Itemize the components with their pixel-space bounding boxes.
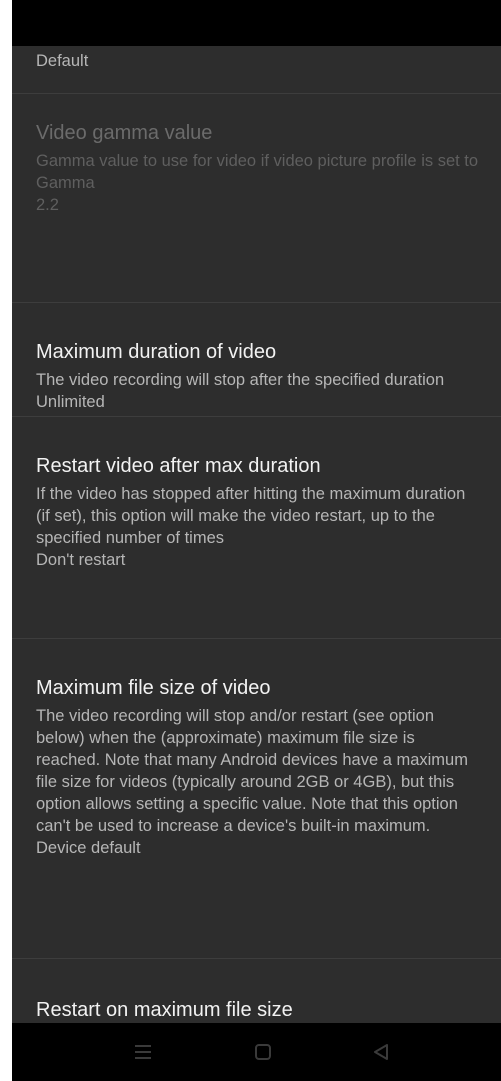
settings-list[interactable]: Default Video gamma value Gamma value to… [12,46,501,1023]
setting-title: Maximum duration of video [36,341,277,363]
menu-icon[interactable] [130,1040,156,1064]
setting-value: Default [36,52,89,70]
setting-video-gamma-value: Video gamma value Gamma value to use for… [12,94,501,303]
setting-video-picture-profile[interactable]: Default [12,46,501,94]
setting-maximum-duration-of-video[interactable]: Maximum duration of video The video reco… [12,303,501,417]
setting-value: Unlimited [36,393,105,411]
setting-restart-on-maximum-file-size[interactable]: Restart on maximum file size [12,959,501,1023]
setting-value: Don't restart [36,551,126,569]
setting-summary: The video recording will stop and/or res… [36,707,468,835]
setting-summary: The video recording will stop after the … [36,371,445,389]
status-bar [12,0,501,46]
setting-summary: If the video has stopped after hitting t… [36,485,466,547]
setting-value: Device default [36,839,141,857]
setting-restart-video-after-max-duration[interactable]: Restart video after max duration If the … [12,417,501,639]
back-icon[interactable] [368,1040,394,1064]
navigation-bar [12,1023,501,1081]
setting-title: Video gamma value [36,122,213,144]
setting-maximum-file-size-of-video[interactable]: Maximum file size of video The video rec… [12,639,501,959]
setting-title: Restart video after max duration [36,455,321,477]
setting-title: Restart on maximum file size [36,999,293,1021]
phone-screen: Default Video gamma value Gamma value to… [12,0,501,1081]
setting-title: Maximum file size of video [36,677,271,699]
setting-value: 2.2 [36,196,59,214]
setting-summary: Gamma value to use for video if video pi… [36,152,479,192]
home-icon[interactable] [250,1040,276,1064]
